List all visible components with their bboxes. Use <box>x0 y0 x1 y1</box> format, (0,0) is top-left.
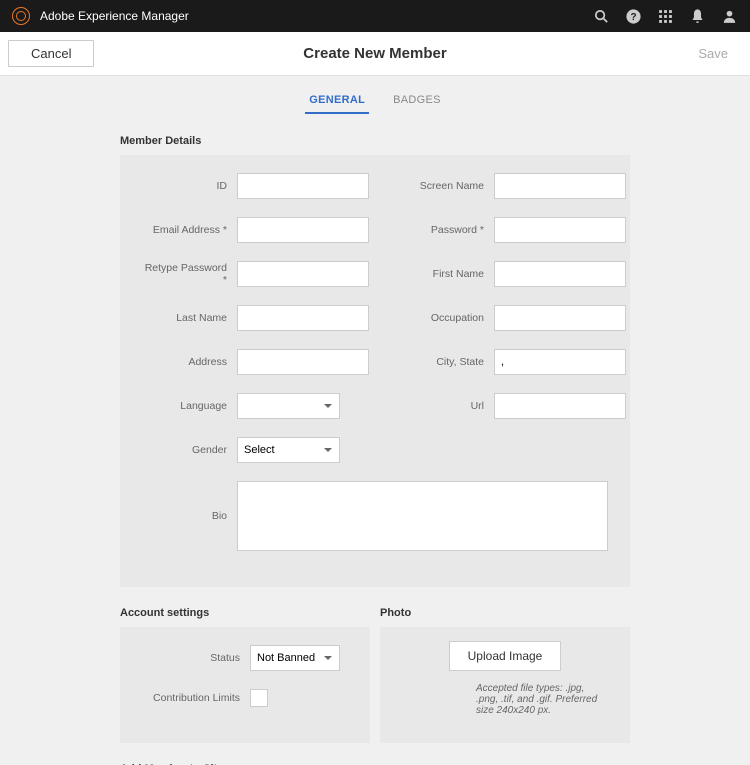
section-title-member-details: Member Details <box>120 135 630 147</box>
section-title-photo: Photo <box>380 607 630 619</box>
address-input[interactable] <box>237 349 369 375</box>
label-bio: Bio <box>142 510 237 522</box>
member-details-panel: ID Email Address * Retype Password * Las… <box>120 155 630 587</box>
label-password: Password * <box>399 224 494 236</box>
password-input[interactable] <box>494 217 626 243</box>
apps-grid-icon[interactable] <box>656 7 674 25</box>
label-email: Email Address * <box>142 224 237 236</box>
label-city-state: City, State <box>399 356 494 368</box>
occupation-input[interactable] <box>494 305 626 331</box>
label-contribution-limits: Contribution Limits <box>142 692 250 704</box>
label-retype-password: Retype Password * <box>142 262 237 286</box>
svg-text:?: ? <box>630 12 636 23</box>
header-right: ? <box>592 7 738 25</box>
upload-image-button[interactable]: Upload Image <box>449 641 562 671</box>
label-screen-name: Screen Name <box>399 180 494 192</box>
label-first-name: First Name <box>399 268 494 280</box>
photo-hint-text: Accepted file types: .jpg, .png, .tif, a… <box>402 683 608 716</box>
label-occupation: Occupation <box>399 312 494 324</box>
city-state-input[interactable] <box>494 349 626 375</box>
tab-badges[interactable]: BADGES <box>389 88 445 114</box>
search-icon[interactable] <box>592 7 610 25</box>
language-select[interactable] <box>237 393 340 419</box>
retype-password-input[interactable] <box>237 261 369 287</box>
cancel-button[interactable]: Cancel <box>8 40 94 67</box>
label-url: Url <box>399 400 494 412</box>
first-name-input[interactable] <box>494 261 626 287</box>
email-input[interactable] <box>237 217 369 243</box>
save-button[interactable]: Save <box>698 46 742 61</box>
notifications-icon[interactable] <box>688 7 706 25</box>
label-address: Address <box>142 356 237 368</box>
section-title-account-settings: Account settings <box>120 607 370 619</box>
label-status: Status <box>142 652 250 664</box>
header-left: Adobe Experience Manager <box>12 7 592 25</box>
status-select[interactable]: Not Banned <box>250 645 340 671</box>
action-bar: Cancel Create New Member Save <box>0 32 750 76</box>
tab-general[interactable]: GENERAL <box>305 88 369 114</box>
label-gender: Gender <box>142 444 237 456</box>
adobe-logo-icon <box>12 7 30 25</box>
gender-select[interactable]: Select <box>237 437 340 463</box>
content-scroll-area[interactable]: Cancel Create New Member Save GENERAL BA… <box>0 32 750 765</box>
screen-name-input[interactable] <box>494 173 626 199</box>
global-header: Adobe Experience Manager ? <box>0 0 750 32</box>
label-id: ID <box>142 180 237 192</box>
product-name: Adobe Experience Manager <box>40 9 189 23</box>
url-input[interactable] <box>494 393 626 419</box>
user-icon[interactable] <box>720 7 738 25</box>
label-last-name: Last Name <box>142 312 237 324</box>
tabs: GENERAL BADGES <box>0 76 750 115</box>
last-name-input[interactable] <box>237 305 369 331</box>
id-input[interactable] <box>237 173 369 199</box>
page-title: Create New Member <box>303 45 446 62</box>
contribution-limits-checkbox[interactable] <box>250 689 268 707</box>
photo-panel: Upload Image Accepted file types: .jpg, … <box>380 627 630 743</box>
label-language: Language <box>142 400 237 412</box>
account-settings-panel: Status Not Banned Contribution Limits <box>120 627 370 743</box>
help-icon[interactable]: ? <box>624 7 642 25</box>
content-area: Member Details ID Email Address * Retype… <box>0 115 750 765</box>
bio-textarea[interactable] <box>237 481 608 551</box>
